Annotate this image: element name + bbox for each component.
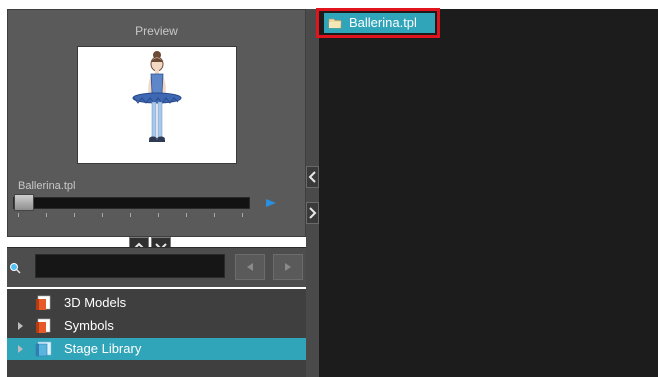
slider-ticks — [18, 213, 248, 219]
tick — [130, 213, 131, 217]
tick — [214, 213, 215, 217]
panel-splitter[interactable] — [306, 9, 319, 377]
search-icon — [10, 263, 21, 274]
library-tree: 3D Models Symbols Stage Library — [7, 289, 306, 377]
preview-title: Preview — [135, 24, 178, 38]
tick — [102, 213, 103, 217]
search-previous-button[interactable] — [235, 254, 265, 280]
search-input[interactable] — [35, 254, 225, 278]
tree-item-stage-library[interactable]: Stage Library — [7, 338, 306, 360]
ballerina-image — [132, 51, 182, 142]
library-content-view — [319, 9, 658, 377]
playback-slider-track[interactable] — [13, 197, 250, 209]
library-folder-icon — [35, 341, 52, 357]
arrow-right-icon — [285, 263, 291, 271]
play-icon[interactable] — [264, 197, 278, 209]
template-item-label: Ballerina.tpl — [349, 15, 417, 30]
template-thumbnail — [77, 46, 237, 164]
template-item-selection: Ballerina.tpl — [324, 13, 435, 33]
preview-template-name: Ballerina.tpl — [18, 180, 76, 192]
expand-right-button[interactable] — [306, 202, 319, 224]
tick — [46, 213, 47, 217]
arrow-left-icon — [247, 263, 253, 271]
chevron-left-icon — [308, 171, 316, 183]
tick — [74, 213, 75, 217]
tick — [158, 213, 159, 217]
tree-item-label: Stage Library — [64, 341, 142, 356]
tree-item-label: Symbols — [64, 318, 114, 333]
tick — [18, 213, 19, 217]
search-next-button[interactable] — [273, 254, 303, 280]
expand-arrow-icon[interactable] — [18, 345, 23, 353]
folder-icon — [36, 318, 51, 333]
tick — [242, 213, 243, 217]
playback-slider-handle[interactable] — [14, 194, 34, 211]
collapse-left-button[interactable] — [306, 166, 319, 188]
tree-item-symbols[interactable]: Symbols — [7, 315, 306, 337]
folder-icon — [36, 295, 51, 310]
tree-item-3d-models[interactable]: 3D Models — [7, 292, 306, 314]
library-left-column: Preview Ballerina.tpl 3D Models Symbols … — [0, 0, 310, 377]
template-icon — [328, 18, 342, 29]
tick — [186, 213, 187, 217]
library-view: Preview Ballerina.tpl 3D Models Symbols … — [0, 0, 658, 377]
expand-arrow-icon[interactable] — [18, 322, 23, 330]
template-item-ballerina[interactable]: Ballerina.tpl — [316, 8, 440, 38]
tree-item-label: 3D Models — [64, 295, 127, 310]
chevron-right-icon — [309, 207, 317, 219]
